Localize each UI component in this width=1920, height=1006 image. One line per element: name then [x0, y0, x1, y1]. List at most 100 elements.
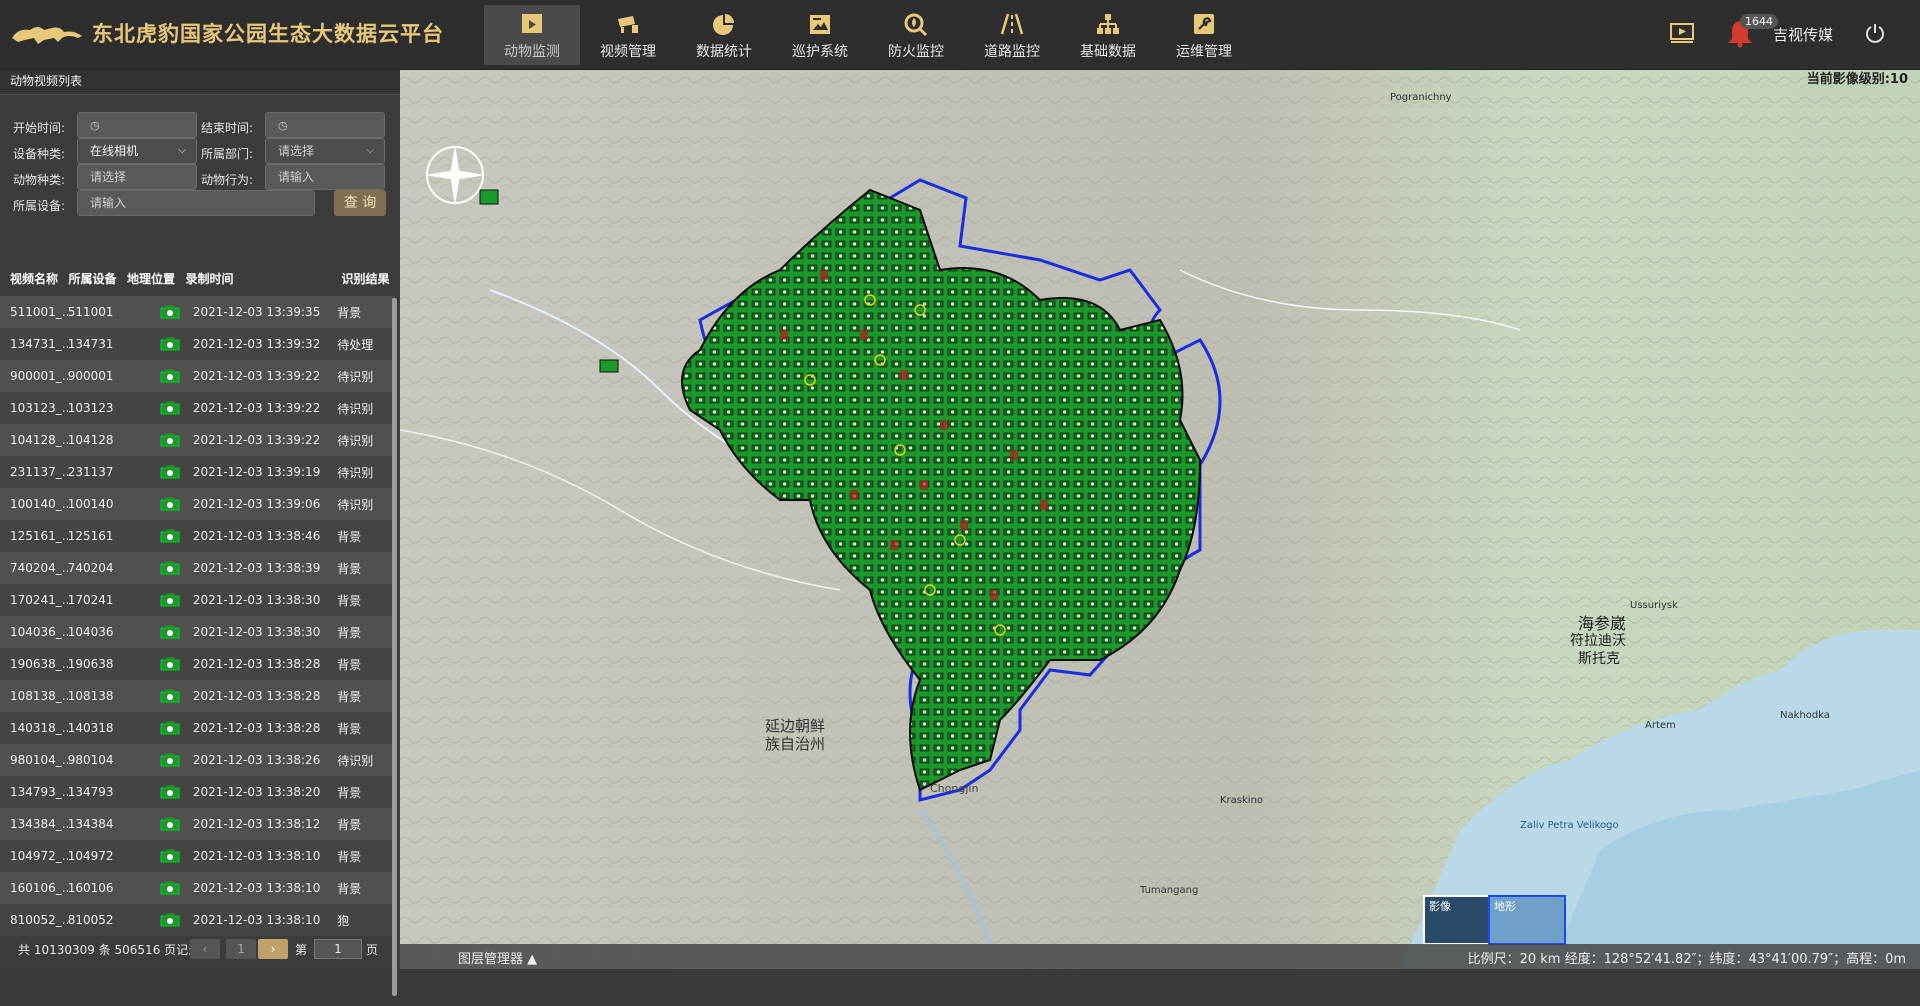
table-row[interactable]: 190638_... 190638 2021-12-03 13:38:28 背景: [0, 648, 395, 680]
minimap-terrain[interactable]: 地形: [1488, 895, 1566, 945]
table-row[interactable]: 125161_... 125161 2021-12-03 13:38:46 背景: [0, 520, 395, 552]
nav-animal-monitor[interactable]: 动物监测: [484, 5, 580, 65]
col-video-name[interactable]: 视频名称: [0, 270, 69, 296]
start-time-input[interactable]: ◷: [77, 112, 197, 138]
location-cell[interactable]: [147, 657, 193, 671]
location-cell[interactable]: [147, 497, 193, 511]
camera-location-icon[interactable]: [160, 849, 180, 863]
animal-type-select[interactable]: 请选择: [77, 164, 197, 190]
camera-location-icon[interactable]: [160, 337, 180, 351]
nav-data-stats[interactable]: 数据统计: [676, 5, 772, 65]
power-icon[interactable]: [1864, 22, 1886, 44]
camera-location-icon[interactable]: [160, 529, 180, 543]
dept-select[interactable]: 请选择 ⌵: [265, 138, 385, 164]
location-cell[interactable]: [147, 625, 193, 639]
table-row[interactable]: 810052_... 810052 2021-12-03 13:38:10 狍: [0, 904, 395, 936]
table-row[interactable]: 900001_... 900001 2021-12-03 13:39:22 待识别: [0, 360, 395, 392]
nav-ops-manage[interactable]: 运维管理: [1156, 5, 1252, 65]
camera-location-icon[interactable]: [160, 593, 180, 607]
table-row[interactable]: 160106_... 160106 2021-12-03 13:38:10 背景: [0, 872, 395, 904]
table-row[interactable]: 100140_... 100140 2021-12-03 13:39:06 待识别: [0, 488, 395, 520]
device-input[interactable]: 请输入: [77, 190, 315, 216]
camera-location-icon[interactable]: [160, 401, 180, 415]
table-row[interactable]: 103123_... 103123 2021-12-03 13:39:22 待识别: [0, 392, 395, 424]
camera-location-icon[interactable]: [160, 881, 180, 895]
table-row[interactable]: 511001_... 511001 2021-12-03 13:39:35 背景: [0, 296, 395, 328]
video-name-cell: 980104_...: [10, 753, 68, 767]
camera-location-icon[interactable]: [160, 689, 180, 703]
location-cell[interactable]: [147, 401, 193, 415]
camera-location-icon[interactable]: [160, 305, 180, 319]
table-row[interactable]: 134384_... 134384 2021-12-03 13:38:12 背景: [0, 808, 395, 840]
map-canvas[interactable]: [400, 70, 1920, 969]
location-cell[interactable]: [147, 817, 193, 831]
behavior-input[interactable]: 请输入: [265, 164, 385, 190]
video-wall-icon[interactable]: [1670, 22, 1694, 44]
table-row[interactable]: 134731_... 134731 2021-12-03 13:39:32 待处理: [0, 328, 395, 360]
location-cell[interactable]: [147, 465, 193, 479]
camera-location-icon[interactable]: [160, 657, 180, 671]
location-cell[interactable]: [147, 593, 193, 607]
minimap-terrain-label: 地形: [1494, 900, 1516, 913]
nav-road-monitor[interactable]: 道路监控: [964, 5, 1060, 65]
location-cell[interactable]: [147, 849, 193, 863]
nav-patrol[interactable]: 巡护系统: [772, 5, 868, 65]
location-cell[interactable]: [147, 721, 193, 735]
prev-page-button[interactable]: ‹: [190, 939, 220, 959]
query-button[interactable]: 查 询: [334, 190, 386, 216]
table-row[interactable]: 134793_... 134793 2021-12-03 13:38:20 背景: [0, 776, 395, 808]
video-name-cell: 160106_...: [10, 881, 68, 895]
table-row[interactable]: 170241_... 170241 2021-12-03 13:38:30 背景: [0, 584, 395, 616]
table-scrollbar[interactable]: [392, 298, 397, 996]
location-cell[interactable]: [147, 337, 193, 351]
col-device[interactable]: 所属设备: [69, 270, 128, 296]
nav-fire-monitor[interactable]: 防火监控: [868, 5, 964, 65]
location-cell[interactable]: [147, 529, 193, 543]
nav-video-manage[interactable]: 视频管理: [580, 5, 676, 65]
location-cell[interactable]: [147, 785, 193, 799]
nav-base-data[interactable]: 基础数据: [1060, 5, 1156, 65]
camera-marker[interactable]: [599, 359, 619, 373]
device-cell: 810052: [67, 913, 114, 927]
page-number[interactable]: 1: [226, 939, 256, 959]
table-row[interactable]: 108138_... 108138 2021-12-03 13:38:28 背景: [0, 680, 395, 712]
location-cell[interactable]: [147, 305, 193, 319]
camera-location-icon[interactable]: [160, 625, 180, 639]
col-location[interactable]: 地理位置: [127, 270, 186, 296]
camera-location-icon[interactable]: [160, 369, 180, 383]
map-view[interactable]: 当前影像级别:10 延边朝鲜 族自治州 海参崴 符拉迪沃 斯托克 Zaliv P…: [400, 70, 1920, 969]
goto-page-input[interactable]: 1: [314, 939, 362, 959]
table-row[interactable]: 980104_... 980104 2021-12-03 13:38:26 待识别: [0, 744, 395, 776]
camera-location-icon[interactable]: [160, 753, 180, 767]
camera-location-icon[interactable]: [160, 785, 180, 799]
table-row[interactable]: 104972_... 104972 2021-12-03 13:38:10 背景: [0, 840, 395, 872]
camera-location-icon[interactable]: [160, 817, 180, 831]
location-cell[interactable]: [147, 433, 193, 447]
end-time-input[interactable]: ◷: [265, 112, 385, 138]
camera-location-icon[interactable]: [160, 433, 180, 447]
table-row[interactable]: 740204_... 740204 2021-12-03 13:38:39 背景: [0, 552, 395, 584]
video-name-cell: 100140_...: [10, 497, 68, 511]
username[interactable]: 吉视传媒: [1773, 24, 1833, 45]
camera-location-icon[interactable]: [160, 465, 180, 479]
camera-location-icon[interactable]: [160, 497, 180, 511]
camera-marker[interactable]: [479, 189, 499, 205]
location-cell[interactable]: [147, 561, 193, 575]
table-row[interactable]: 104036_... 104036 2021-12-03 13:38:30 背景: [0, 616, 395, 648]
next-page-button[interactable]: ›: [258, 939, 288, 959]
col-record-time[interactable]: 录制时间: [186, 270, 342, 296]
location-cell[interactable]: [147, 913, 193, 927]
layer-manager-button[interactable]: 图层管理器 ▲: [458, 948, 537, 967]
table-row[interactable]: 140318_... 140318 2021-12-03 13:38:28 背景: [0, 712, 395, 744]
location-cell[interactable]: [147, 753, 193, 767]
camera-location-icon[interactable]: [160, 721, 180, 735]
location-cell[interactable]: [147, 369, 193, 383]
table-row[interactable]: 104128_... 104128 2021-12-03 13:39:22 待识别: [0, 424, 395, 456]
camera-location-icon[interactable]: [160, 913, 180, 927]
table-row[interactable]: 231137_... 231137 2021-12-03 13:39:19 待识别: [0, 456, 395, 488]
col-result[interactable]: 识别结果: [342, 270, 401, 296]
location-cell[interactable]: [147, 689, 193, 703]
device-type-select[interactable]: 在线相机 ⌵: [77, 138, 197, 164]
location-cell[interactable]: [147, 881, 193, 895]
camera-location-icon[interactable]: [160, 561, 180, 575]
